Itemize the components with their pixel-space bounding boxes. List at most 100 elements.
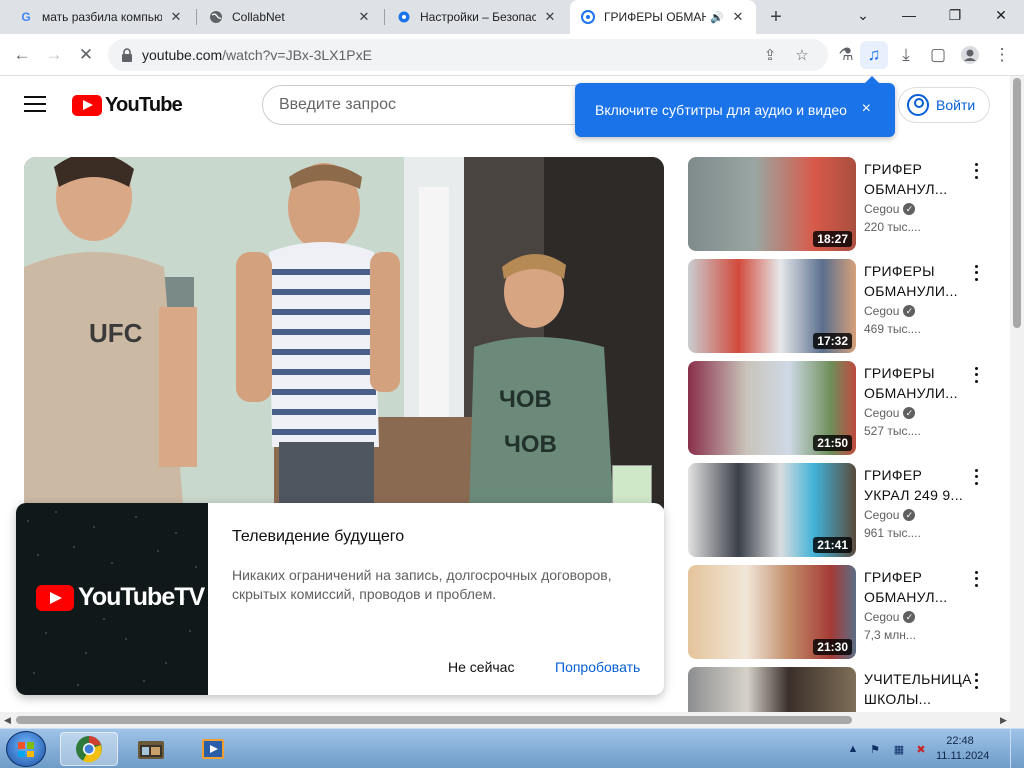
scroll-right-icon[interactable]: ▶ bbox=[1000, 715, 1007, 726]
close-tab-icon[interactable]: ✕ bbox=[356, 9, 372, 25]
channel-name[interactable]: Cegou ✓ bbox=[864, 610, 916, 624]
related-video-title[interactable]: ГРИФЕР ОБМАНУЛ... bbox=[864, 159, 968, 199]
search-input[interactable]: Введите запрос bbox=[262, 85, 592, 125]
network-icon[interactable]: ▦ bbox=[892, 743, 906, 756]
show-desktop-button[interactable] bbox=[1010, 729, 1024, 768]
more-actions-icon[interactable] bbox=[972, 569, 980, 589]
tab-collabnet[interactable]: CollabNet ✕ bbox=[198, 0, 382, 34]
labs-flask-icon[interactable]: ⚗ bbox=[832, 41, 860, 69]
view-count: 961 тыс.... bbox=[864, 526, 921, 540]
browser-menu-icon[interactable]: ⋮ bbox=[988, 41, 1016, 69]
channel-label: Cegou bbox=[864, 610, 900, 624]
related-video-title[interactable]: УЧИТЕЛЬНИЦА ШКОЛЫ... bbox=[864, 669, 971, 709]
related-video-item[interactable]: 18:27 ГРИФЕР ОБМАНУЛ... Cegou ✓ 220 тыс...… bbox=[688, 157, 998, 251]
channel-name[interactable]: Cegou ✓ bbox=[864, 508, 916, 522]
profile-icon[interactable] bbox=[956, 41, 984, 69]
view-count: 7,3 млн... bbox=[864, 628, 916, 642]
url-path: /watch?v=JBx-3LX1PxE bbox=[222, 47, 372, 63]
volume-muted-icon[interactable]: ✖ bbox=[914, 743, 928, 756]
youtube-logo[interactable]: YouTube bbox=[72, 94, 183, 117]
channel-name[interactable]: Cegou ✓ bbox=[864, 202, 916, 216]
related-video-title[interactable]: ГРИФЕР УКРАЛ 249 9... bbox=[864, 465, 968, 505]
bookmark-star-icon[interactable]: ☆ bbox=[792, 45, 812, 65]
video-thumbnail[interactable]: 18:27 bbox=[688, 157, 856, 251]
channel-name[interactable]: Cegou ✓ bbox=[864, 304, 916, 318]
video-thumbnail[interactable]: 21:50 bbox=[688, 361, 856, 455]
scrollbar-thumb[interactable] bbox=[16, 716, 852, 724]
forward-icon[interactable]: → bbox=[40, 41, 68, 69]
scrollbar-thumb[interactable] bbox=[1013, 78, 1021, 328]
start-button[interactable] bbox=[6, 731, 46, 767]
more-actions-icon[interactable] bbox=[972, 161, 980, 181]
video-thumbnail[interactable] bbox=[688, 667, 856, 713]
title-line: ОБМАНУЛ... bbox=[864, 181, 948, 197]
video-thumbnail[interactable]: 17:32 bbox=[688, 259, 856, 353]
youtube-play-icon bbox=[36, 584, 74, 611]
related-video-item[interactable]: 21:50 ГРИФЕРЫ ОБМАНУЛИ... Cegou ✓ 527 тыс.… bbox=[688, 361, 998, 455]
share-icon[interactable]: ⇪ bbox=[760, 45, 780, 65]
hamburger-menu-icon[interactable] bbox=[24, 96, 46, 114]
close-tab-icon[interactable]: ✕ bbox=[168, 9, 184, 25]
address-bar[interactable]: youtube.com/watch?v=JBx-3LX1PxE ⇪ ☆ bbox=[108, 39, 828, 71]
video-player[interactable]: UFC ЧОВ ЧОВ bbox=[24, 157, 664, 517]
close-tab-icon[interactable]: ✕ bbox=[542, 9, 558, 25]
vertical-scrollbar[interactable] bbox=[1010, 76, 1024, 712]
related-video-item[interactable]: 21:30 ГРИФЕР ОБМАНУЛ... Cegou ✓ 7,3 млн... bbox=[688, 565, 998, 659]
browser-toolbar: ← → ✕ youtube.com/watch?v=JBx-3LX1PxE ⇪ … bbox=[0, 34, 1024, 76]
stop-loading-icon[interactable]: ✕ bbox=[72, 41, 100, 69]
related-video-item[interactable]: 17:32 ГРИФЕРЫ ОБМАНУЛИ... Cegou ✓ 469 тыс.… bbox=[688, 259, 998, 353]
channel-watermark-icon[interactable] bbox=[612, 465, 652, 505]
more-actions-icon[interactable] bbox=[972, 263, 980, 283]
new-tab-button[interactable]: + bbox=[762, 5, 790, 29]
media-control-icon[interactable]: ♫ bbox=[860, 41, 888, 69]
title-line: ШКОЛЫ... bbox=[864, 691, 932, 707]
video-duration: 21:41 bbox=[813, 537, 852, 553]
chrome-icon bbox=[580, 9, 596, 25]
tab-search-icon[interactable]: ⌄ bbox=[840, 0, 886, 30]
video-frame: UFC ЧОВ ЧОВ bbox=[24, 157, 664, 517]
tab-settings[interactable]: Настройки – Безопасность ✕ bbox=[386, 0, 568, 34]
close-tab-icon[interactable]: ✕ bbox=[730, 9, 746, 25]
action-center-flag-icon[interactable]: ⚑ bbox=[868, 743, 882, 756]
video-thumbnail[interactable]: 21:41 bbox=[688, 463, 856, 557]
sign-in-label: Войти bbox=[936, 97, 976, 113]
download-icon[interactable]: ⤓ bbox=[892, 41, 920, 69]
scroll-left-icon[interactable]: ◀ bbox=[4, 715, 11, 726]
close-icon[interactable]: × bbox=[862, 100, 871, 118]
more-actions-icon[interactable] bbox=[972, 365, 980, 385]
youtube-logo-text: YouTube bbox=[105, 94, 183, 116]
horizontal-scrollbar[interactable]: ◀ ▶ bbox=[0, 712, 1024, 728]
video-duration: 17:32 bbox=[813, 333, 852, 349]
taskbar-chrome[interactable] bbox=[60, 732, 118, 766]
minimize-icon[interactable]: — bbox=[886, 0, 932, 30]
tab-youtube-active[interactable]: ГРИФЕРЫ ОБМАНУЛИ 🔊 ✕ bbox=[570, 0, 756, 34]
related-video-title[interactable]: ГРИФЕРЫ ОБМАНУЛИ... bbox=[864, 261, 968, 301]
folder-icon bbox=[138, 741, 164, 759]
not-now-button[interactable]: Не сейчас bbox=[448, 659, 514, 675]
audio-playing-icon[interactable]: 🔊 bbox=[710, 11, 724, 24]
back-icon[interactable]: ← bbox=[8, 41, 36, 69]
sign-in-button[interactable]: Войти bbox=[898, 87, 990, 123]
more-actions-icon[interactable] bbox=[972, 671, 980, 691]
view-count: 527 тыс.... bbox=[864, 424, 921, 438]
video-thumbnail[interactable]: 21:30 bbox=[688, 565, 856, 659]
more-actions-icon[interactable] bbox=[972, 467, 980, 487]
related-video-title[interactable]: ГРИФЕРЫ ОБМАНУЛИ... bbox=[864, 363, 968, 403]
channel-label: Cegou bbox=[864, 508, 900, 522]
tab-google-search[interactable]: G мать разбила компьютер ✕ bbox=[8, 0, 194, 34]
taskbar-file-explorer[interactable] bbox=[122, 732, 180, 766]
restore-icon[interactable]: ❐ bbox=[932, 0, 978, 30]
captions-tooltip: Включите субтитры для аудио и видео × bbox=[575, 76, 895, 137]
channel-name[interactable]: Cegou ✓ bbox=[864, 406, 916, 420]
system-clock[interactable]: 22:48 11.11.2024 bbox=[936, 734, 989, 764]
related-video-title[interactable]: ГРИФЕР ОБМАНУЛ... bbox=[864, 567, 968, 607]
related-video-item[interactable]: УЧИТЕЛЬНИЦА ШКОЛЫ... bbox=[688, 667, 998, 713]
taskbar-media-player[interactable] bbox=[184, 732, 242, 766]
show-hidden-icons[interactable]: ▲ bbox=[846, 743, 860, 755]
youtube-tv-logo: YouTubeTV bbox=[36, 583, 205, 612]
side-panel-icon[interactable]: ▢ bbox=[924, 41, 952, 69]
video-duration: 21:30 bbox=[813, 639, 852, 655]
close-window-icon[interactable]: ✕ bbox=[978, 0, 1024, 30]
try-button[interactable]: Попробовать bbox=[555, 659, 640, 675]
related-video-item[interactable]: 21:41 ГРИФЕР УКРАЛ 249 9... Cegou ✓ 961 ты… bbox=[688, 463, 998, 557]
